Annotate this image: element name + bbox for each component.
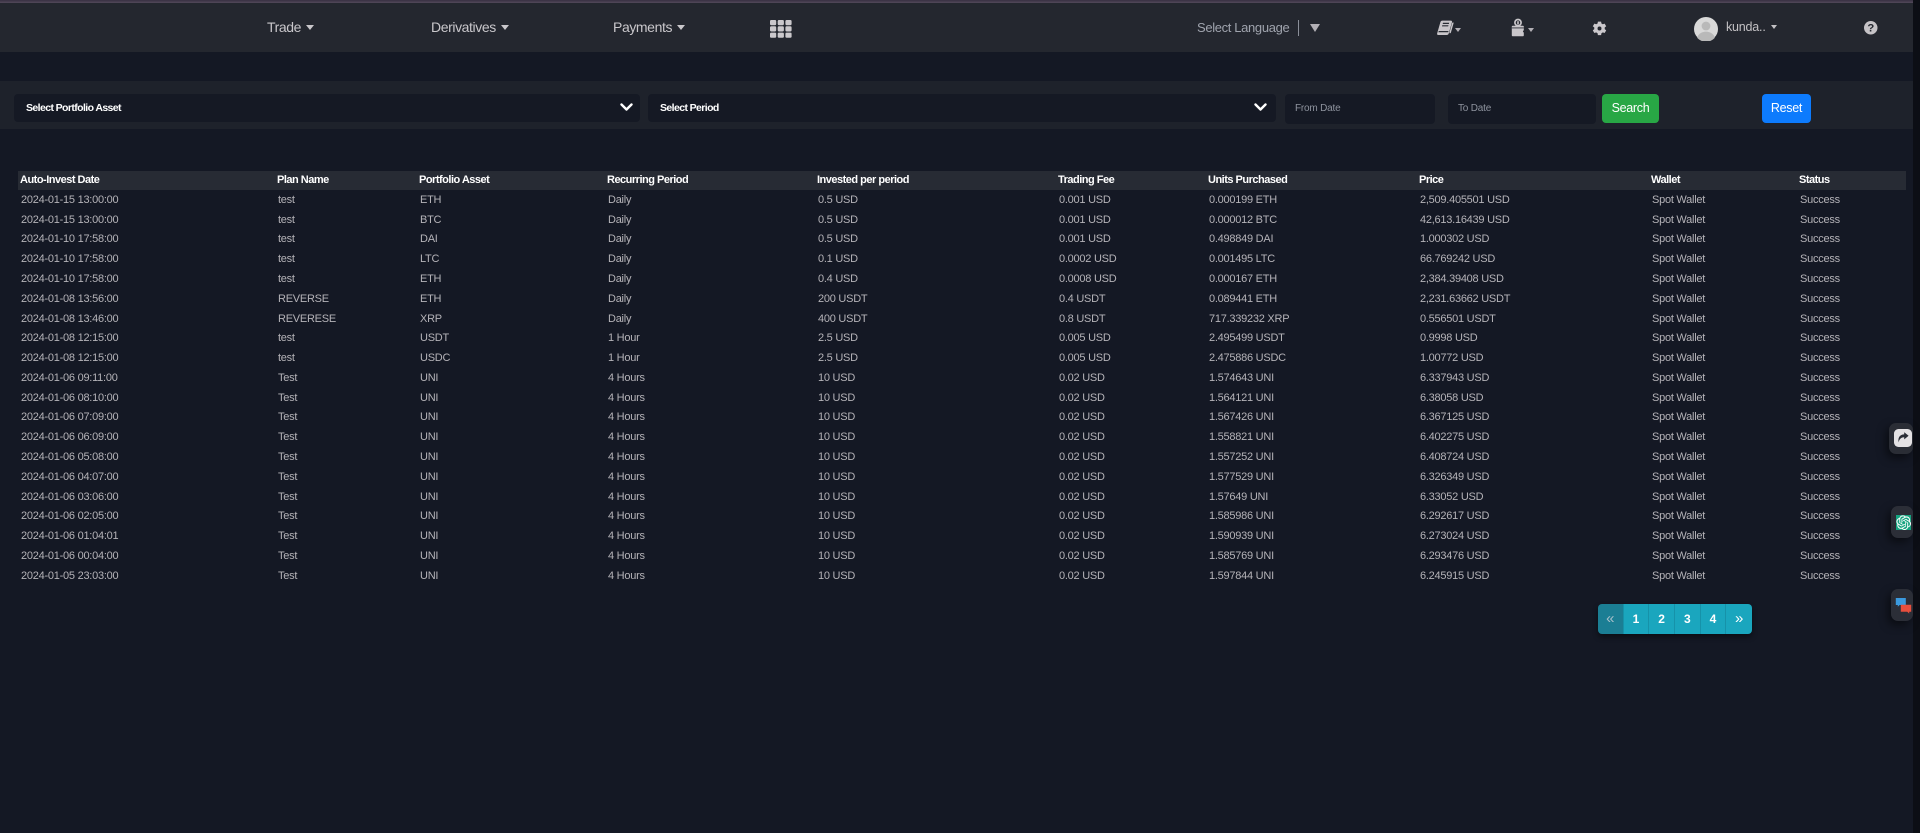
svg-text:?: ? — [1867, 23, 1874, 35]
